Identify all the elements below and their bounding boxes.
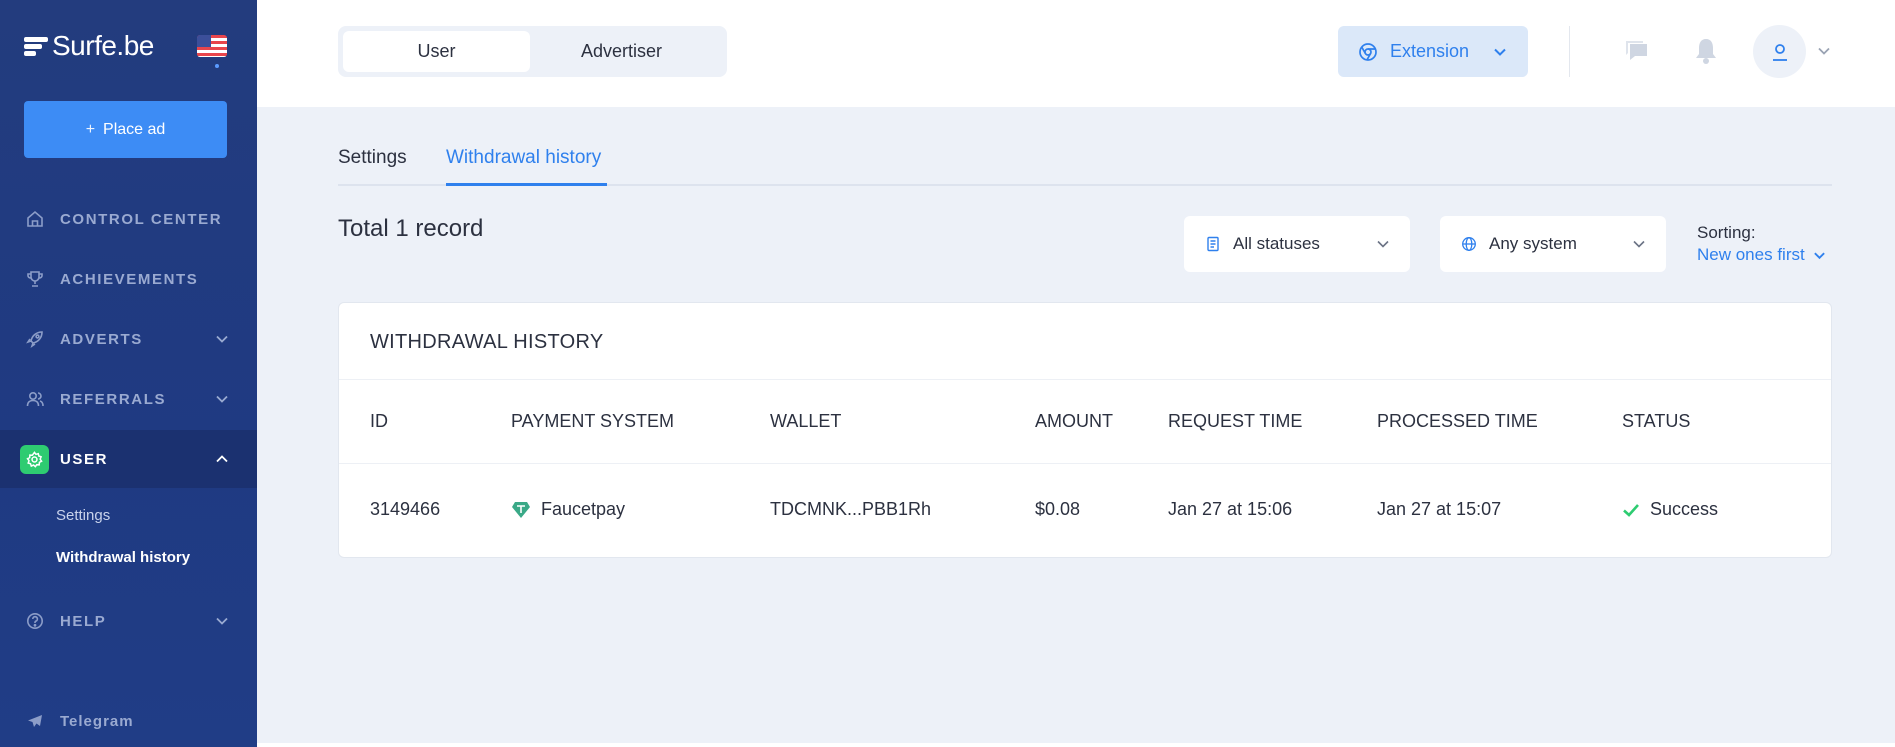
page-tabs: Settings Withdrawal history xyxy=(338,132,1832,186)
tab-withdrawal-history[interactable]: Withdrawal history xyxy=(446,147,601,169)
brand-name: Surfe.be xyxy=(52,30,154,61)
check-icon xyxy=(1623,503,1639,517)
bell-icon[interactable] xyxy=(1691,36,1721,66)
tab-settings[interactable]: Settings xyxy=(338,147,407,169)
column-header-status: STATUS xyxy=(1622,411,1691,431)
sidebar-subitem-settings[interactable]: Settings xyxy=(56,507,110,524)
chevron-down-icon[interactable] xyxy=(1817,44,1831,58)
card-title: WITHDRAWAL HISTORY xyxy=(370,331,604,353)
sidebar-item-telegram[interactable]: Telegram xyxy=(0,693,257,747)
user-icon xyxy=(1772,43,1787,61)
chrome-icon xyxy=(1359,42,1377,61)
plus-icon: + xyxy=(85,120,96,138)
sidebar-item-label: ADVERTS xyxy=(60,330,143,348)
cell-payment-system: Faucetpay xyxy=(511,499,625,520)
chevron-down-icon xyxy=(1377,240,1389,248)
footer-strip xyxy=(257,743,1895,747)
column-header-wallet: WALLET xyxy=(770,411,842,431)
divider xyxy=(1569,26,1570,77)
sidebar-item-achievements[interactable]: ACHIEVEMENTS xyxy=(0,251,257,307)
place-ad-button[interactable]: + Place ad xyxy=(24,101,227,158)
divider xyxy=(339,379,1831,380)
sidebar-item-label: REFERRALS xyxy=(60,390,167,408)
trophy-icon xyxy=(25,269,45,289)
top-bar: User Advertiser Extension xyxy=(257,0,1895,107)
us-flag-icon[interactable] xyxy=(197,35,227,57)
place-ad-label: Place ad xyxy=(103,120,166,138)
mode-advertiser-button[interactable]: Advertiser xyxy=(528,31,715,72)
column-header-processed-time: PROCESSED TIME xyxy=(1377,411,1538,431)
chevron-down-icon xyxy=(216,395,228,403)
gear-icon xyxy=(20,444,49,474)
logo[interactable]: Surfe.be xyxy=(24,30,154,62)
avatar[interactable] xyxy=(1753,25,1806,78)
chat-icon[interactable] xyxy=(1622,36,1652,66)
logo-icon xyxy=(24,34,48,58)
total-records: Total 1 record xyxy=(338,215,484,242)
telegram-icon xyxy=(25,711,45,731)
extension-button[interactable]: Extension xyxy=(1338,26,1528,77)
sidebar-item-control-center[interactable]: CONTROL CENTER xyxy=(0,191,257,247)
column-header-amount: AMOUNT xyxy=(1035,411,1113,431)
sidebar-item-help[interactable]: HELP xyxy=(0,593,257,649)
sidebar-item-label: CONTROL CENTER xyxy=(60,210,223,228)
sidebar-item-label: ACHIEVEMENTS xyxy=(60,270,199,288)
sorting-value: New ones first xyxy=(1697,245,1805,264)
cell-wallet: TDCMNK...PBB1Rh xyxy=(770,499,932,519)
chevron-down-icon xyxy=(216,335,228,343)
cell-status: Success xyxy=(1622,499,1718,520)
globe-icon xyxy=(1462,237,1476,251)
sidebar-item-adverts[interactable]: ADVERTS xyxy=(0,311,257,367)
rocket-icon xyxy=(25,329,45,349)
mode-user-button[interactable]: User xyxy=(343,31,530,72)
cell-amount: $0.08 xyxy=(1035,499,1081,519)
divider xyxy=(339,463,1831,464)
payment-system-name: Faucetpay xyxy=(541,499,626,519)
chevron-down-icon xyxy=(1633,240,1645,248)
extension-label: Extension xyxy=(1390,41,1470,61)
sidebar: Surfe.be + Place ad CONTROL CENTER ACHIE… xyxy=(0,0,257,747)
system-filter-dropdown[interactable]: Any system xyxy=(1440,216,1666,272)
column-header-payment-system: PAYMENT SYSTEM xyxy=(511,411,675,431)
status-filter-dropdown[interactable]: All statuses xyxy=(1184,216,1410,272)
cell-request-time: Jan 27 at 15:06 xyxy=(1168,499,1293,519)
status-filter-value: All statuses xyxy=(1233,234,1320,253)
sorting-label: Sorting: xyxy=(1697,223,1756,242)
cell-id: 3149466 xyxy=(370,499,441,519)
mode-switch: User Advertiser xyxy=(338,26,727,77)
column-header-id: ID xyxy=(370,411,388,431)
column-header-request-time: REQUEST TIME xyxy=(1168,411,1303,431)
chevron-down-icon xyxy=(216,617,228,625)
sidebar-item-user[interactable]: USER xyxy=(0,430,257,488)
sorting-dropdown[interactable]: New ones first xyxy=(1697,245,1826,265)
sidebar-item-label: USER xyxy=(60,450,109,468)
sidebar-item-label: Telegram xyxy=(60,712,134,730)
system-filter-value: Any system xyxy=(1489,234,1577,253)
faucetpay-icon xyxy=(512,501,530,518)
chevron-down-icon xyxy=(1813,252,1825,259)
flag-indicator-dot xyxy=(215,64,219,68)
cell-processed-time: Jan 27 at 15:07 xyxy=(1377,499,1502,519)
users-icon xyxy=(25,389,45,409)
withdrawal-history-card: WITHDRAWAL HISTORY ID PAYMENT SYSTEM WAL… xyxy=(338,302,1832,558)
sidebar-subitem-withdrawal-history[interactable]: Withdrawal history xyxy=(56,549,190,566)
help-icon xyxy=(25,611,45,631)
sidebar-item-referrals[interactable]: REFERRALS xyxy=(0,371,257,427)
home-icon xyxy=(25,209,45,229)
chevron-up-icon xyxy=(216,455,228,463)
chevron-down-icon xyxy=(1494,48,1506,56)
sidebar-item-label: HELP xyxy=(60,612,107,630)
status-badge: Success xyxy=(1650,499,1719,519)
document-icon xyxy=(1207,236,1219,252)
active-tab-indicator xyxy=(446,183,607,186)
